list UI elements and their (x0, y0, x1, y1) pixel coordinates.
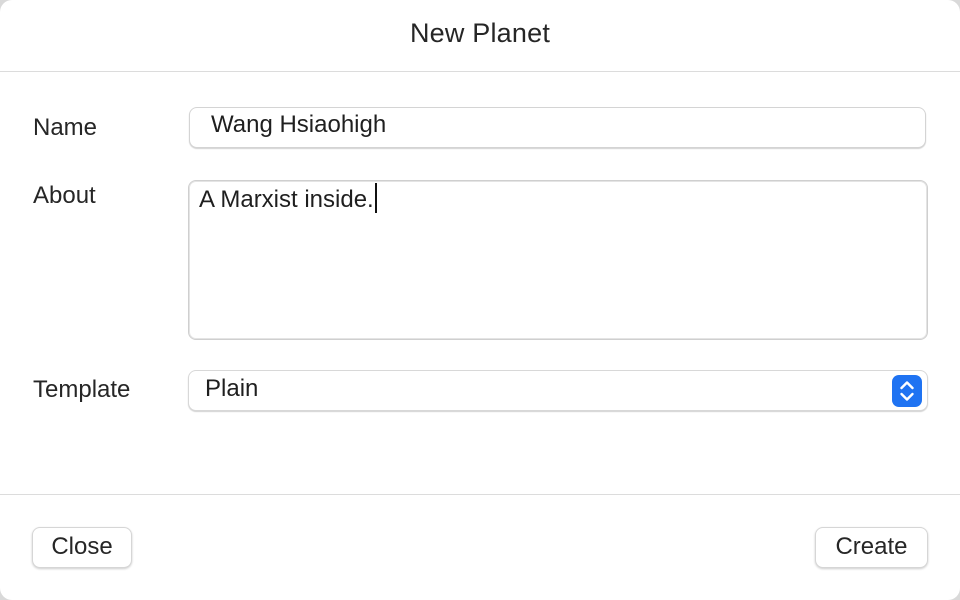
about-label: About (33, 182, 96, 209)
create-button[interactable]: Create (815, 527, 928, 568)
text-caret (374, 183, 377, 213)
dialog-title: New Planet (409, 18, 551, 48)
up-down-chevrons-icon[interactable] (892, 375, 922, 407)
about-textarea[interactable]: A Marxist inside. (188, 180, 928, 340)
new-planet-dialog: New Planet Name Wang Hsiaohigh About A M… (0, 0, 960, 600)
about-textarea-value: A Marxist inside. (199, 186, 374, 213)
template-select-value: Plain (205, 375, 259, 402)
dialog-titlebar: New Planet (0, 0, 960, 72)
template-select[interactable]: Plain (188, 370, 928, 411)
name-input[interactable]: Wang Hsiaohigh (189, 107, 926, 148)
template-label: Template (33, 376, 131, 403)
name-input-value: Wang Hsiaohigh (211, 111, 387, 138)
name-label: Name (33, 114, 98, 141)
close-button[interactable]: Close (32, 527, 132, 568)
footer-divider (0, 494, 960, 495)
